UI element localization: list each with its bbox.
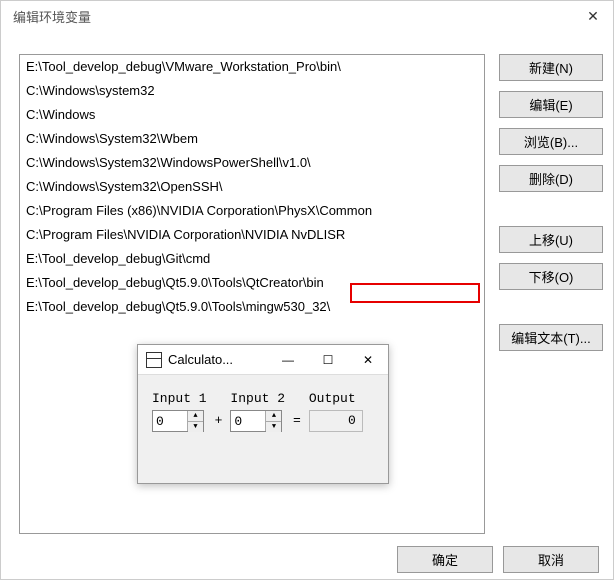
input-1-field[interactable] <box>153 411 187 431</box>
calculator-body: Input 1 ▲ ▼ + Input 2 ▲ <box>138 375 388 446</box>
output-group: Output 0 <box>309 391 363 432</box>
output-label: Output <box>309 391 363 406</box>
list-item[interactable]: E:\Tool_develop_debug\Qt5.9.0\Tools\QtCr… <box>20 271 484 295</box>
side-button-column: 新建(N) 编辑(E) 浏览(B)... 删除(D) 上移(U) 下移(O) 编… <box>499 54 603 351</box>
close-icon[interactable]: ✕ <box>583 8 603 25</box>
list-item[interactable]: C:\Windows\System32\OpenSSH\ <box>20 175 484 199</box>
calculator-app-icon <box>146 352 162 368</box>
spin-down-icon[interactable]: ▼ <box>266 422 281 432</box>
dialog-title: 编辑环境变量 <box>13 7 91 26</box>
input-2-spinbox[interactable]: ▲ ▼ <box>230 410 282 432</box>
spin-down-icon[interactable]: ▼ <box>188 422 203 432</box>
browse-button[interactable]: 浏览(B)... <box>499 128 603 155</box>
list-item[interactable]: C:\Windows\system32 <box>20 79 484 103</box>
list-item[interactable]: C:\Program Files (x86)\NVIDIA Corporatio… <box>20 199 484 223</box>
input-2-label: Input 2 <box>230 391 285 406</box>
dialog-footer: 确定 取消 <box>397 546 599 573</box>
env-var-edit-dialog: 编辑环境变量 ✕ E:\Tool_develop_debug\VMware_Wo… <box>0 0 614 580</box>
maximize-icon[interactable]: ☐ <box>308 345 348 375</box>
list-item[interactable]: E:\Tool_develop_debug\VMware_Workstation… <box>20 55 484 79</box>
ok-button[interactable]: 确定 <box>397 546 493 573</box>
dialog-title-bar: 编辑环境变量 ✕ <box>1 1 613 32</box>
list-item[interactable]: C:\Windows\System32\Wbem <box>20 127 484 151</box>
input-2-field[interactable] <box>231 411 265 431</box>
input-1-group: Input 1 ▲ ▼ <box>152 391 207 432</box>
move-up-button[interactable]: 上移(U) <box>499 226 603 253</box>
calculator-title: Calculato... <box>168 352 268 367</box>
list-item[interactable]: C:\Program Files\NVIDIA Corporation\NVID… <box>20 223 484 247</box>
input-1-spinbox[interactable]: ▲ ▼ <box>152 410 204 432</box>
dialog-body: E:\Tool_develop_debug\VMware_Workstation… <box>1 32 613 534</box>
output-value: 0 <box>309 410 363 432</box>
plus-operator: + <box>215 413 223 432</box>
edit-text-button[interactable]: 编辑文本(T)... <box>499 324 603 351</box>
spin-up-icon[interactable]: ▲ <box>266 411 281 422</box>
cancel-button[interactable]: 取消 <box>503 546 599 573</box>
calculator-title-bar[interactable]: Calculato... — ☐ ✕ <box>138 345 388 375</box>
list-item[interactable]: E:\Tool_develop_debug\Qt5.9.0\Tools\ming… <box>20 295 484 319</box>
delete-button[interactable]: 删除(D) <box>499 165 603 192</box>
calculator-window: Calculato... — ☐ ✕ Input 1 ▲ ▼ <box>137 344 389 484</box>
spin-up-icon[interactable]: ▲ <box>188 411 203 422</box>
input-1-label: Input 1 <box>152 391 207 406</box>
input-2-group: Input 2 ▲ ▼ <box>230 391 285 432</box>
list-item[interactable]: C:\Windows <box>20 103 484 127</box>
close-icon[interactable]: ✕ <box>348 345 388 375</box>
list-item[interactable]: C:\Windows\System32\WindowsPowerShell\v1… <box>20 151 484 175</box>
list-item[interactable]: E:\Tool_develop_debug\Git\cmd <box>20 247 484 271</box>
move-down-button[interactable]: 下移(O) <box>499 263 603 290</box>
edit-button[interactable]: 编辑(E) <box>499 91 603 118</box>
new-button[interactable]: 新建(N) <box>499 54 603 81</box>
minimize-icon[interactable]: — <box>268 345 308 375</box>
equals-operator: = <box>293 413 301 432</box>
calculator-window-controls: — ☐ ✕ <box>268 345 388 375</box>
